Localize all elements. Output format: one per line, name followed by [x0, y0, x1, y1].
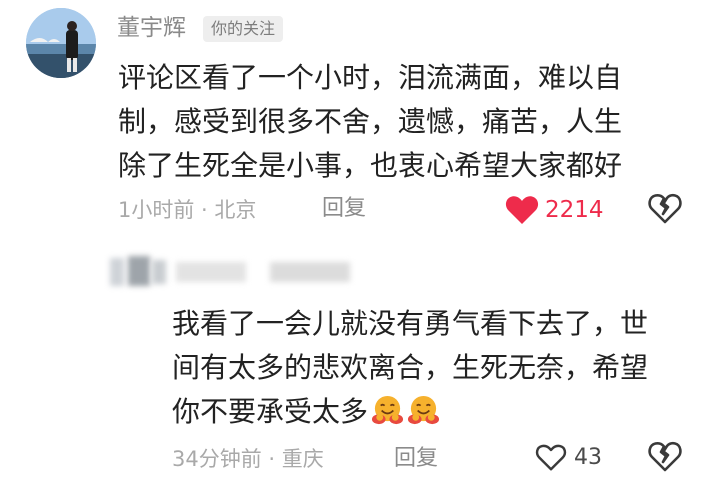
- reply-author-blurred: [100, 254, 400, 294]
- follow-tag: 你的关注: [203, 16, 284, 42]
- dislike-button[interactable]: [648, 441, 682, 473]
- hugging-face-icon: [371, 395, 404, 425]
- like-count: 2214: [545, 197, 604, 223]
- comment-text: 评论区看了一个小时，泪流满面，难以自 制，感受到很多不舍，遗憾，痛苦，人生 除了…: [118, 56, 688, 188]
- like-button[interactable]: [535, 443, 567, 472]
- avatar-photo: [26, 8, 96, 78]
- hugging-face-icon: [407, 395, 440, 425]
- comment-meta: 1小时前 · 北京: [118, 198, 257, 222]
- avatar[interactable]: [26, 8, 96, 78]
- like-count: 43: [574, 445, 602, 470]
- reply-line-last: 你不要承受太多: [172, 390, 692, 434]
- reply-line: 间有太多的悲欢离合，生死无奈，希望: [172, 351, 649, 384]
- reply-line: 你不要承受太多: [172, 395, 369, 428]
- broken-heart-icon: [648, 441, 682, 472]
- heart-filled-icon: [505, 196, 539, 224]
- dislike-button[interactable]: [648, 193, 682, 225]
- heart-outline-icon: [535, 444, 567, 471]
- reply-meta: 34分钟前 · 重庆: [172, 447, 324, 471]
- reply-button[interactable]: 回复: [322, 196, 366, 222]
- reply-button[interactable]: 回复: [394, 446, 438, 472]
- comment-line: 制，感受到很多不舍，遗憾，痛苦，人生: [118, 105, 623, 138]
- like-button[interactable]: [505, 195, 539, 225]
- broken-heart-icon: [648, 193, 682, 224]
- reply-line: 我看了一会儿就没有勇气看下去了，世: [172, 307, 649, 340]
- author-name[interactable]: 董宇辉: [117, 14, 186, 42]
- comment-line: 评论区看了一个小时，泪流满面，难以自: [118, 61, 623, 94]
- reply-text: 我看了一会儿就没有勇气看下去了，世 间有太多的悲欢离合，生死无奈，希望 你不要承…: [172, 302, 692, 434]
- comment-line: 除了生死全是小事，也衷心希望大家都好: [118, 149, 623, 182]
